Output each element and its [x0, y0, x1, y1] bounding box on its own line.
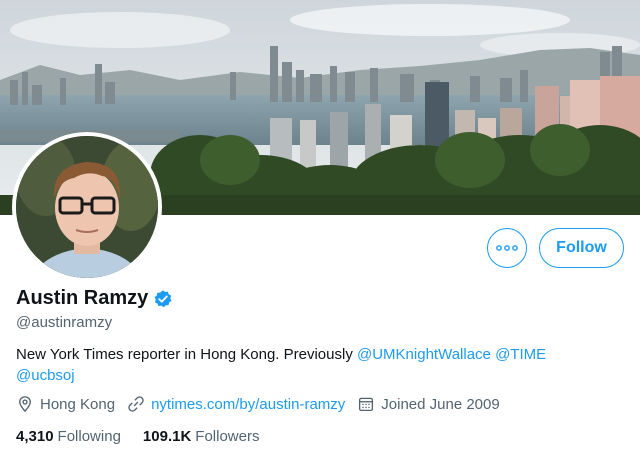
follow-stats: 4,310 Following 109.1K Followers [16, 428, 281, 445]
following-stat[interactable]: 4,310 Following [16, 428, 121, 445]
profile-name-row: Austin Ramzy [16, 287, 173, 310]
bio-text: New York Times reporter in Hong Kong. Pr… [16, 346, 357, 363]
bio-mention-link[interactable]: @ucbsoj [16, 367, 75, 384]
bio-mention-link[interactable]: @TIME [495, 346, 546, 363]
more-horizontal-icon [496, 245, 518, 251]
avatar[interactable] [12, 132, 162, 282]
website-item: nytimes.com/by/austin-ramzy [127, 395, 345, 413]
profile-bio: New York Times reporter in Hong Kong. Pr… [16, 344, 616, 386]
joined-item: Joined June 2009 [357, 395, 500, 413]
profile-meta: Hong Kong nytimes.com/by/austin-ramzy Jo… [16, 395, 512, 413]
location-text: Hong Kong [40, 395, 116, 413]
website-link[interactable]: nytimes.com/by/austin-ramzy [151, 396, 345, 413]
follow-button[interactable]: Follow [539, 228, 624, 268]
verified-badge-icon [153, 289, 173, 309]
following-count: 4,310 [16, 428, 54, 445]
location-item: Hong Kong [16, 395, 115, 413]
display-name: Austin Ramzy [16, 287, 149, 309]
link-icon [127, 395, 145, 413]
profile-handle: @austinramzy [16, 314, 113, 331]
avatar-photo [16, 136, 158, 278]
joined-text: Joined June 2009 [381, 395, 500, 413]
following-label: Following [57, 428, 121, 445]
location-pin-icon [16, 395, 34, 413]
bio-mention-link[interactable]: @UMKnightWallace [357, 346, 491, 363]
followers-count: 109.1K [142, 428, 192, 445]
followers-label: Followers [195, 428, 260, 445]
calendar-icon [357, 395, 375, 413]
more-options-button[interactable] [487, 228, 527, 268]
followers-stat[interactable]: 109.1K Followers [143, 428, 260, 445]
